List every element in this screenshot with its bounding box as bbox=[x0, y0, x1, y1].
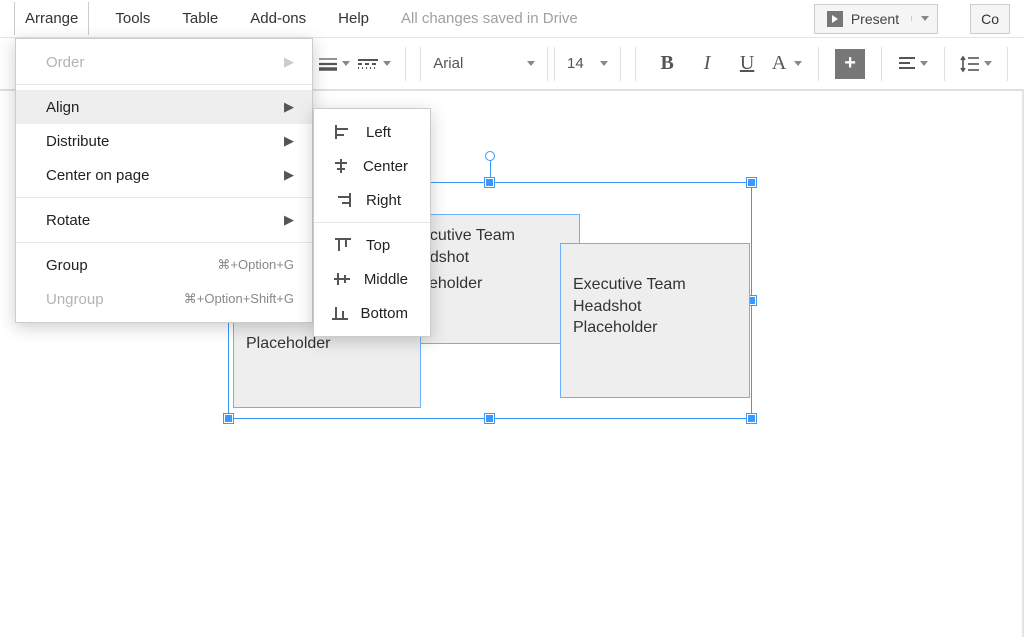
comments-button[interactable]: Co bbox=[970, 4, 1010, 34]
sel-handle-n[interactable] bbox=[485, 178, 494, 187]
sel-handle-s[interactable] bbox=[485, 414, 494, 423]
present-icon bbox=[827, 11, 843, 27]
menu-rotate[interactable]: Rotate ▶ bbox=[16, 203, 312, 237]
italic-button[interactable]: I bbox=[690, 47, 724, 81]
shape-box-3-line2: Headshot bbox=[573, 296, 737, 318]
present-label: Present bbox=[851, 11, 899, 27]
sel-handle-sw[interactable] bbox=[224, 414, 233, 423]
font-size-select[interactable]: 14 bbox=[554, 47, 621, 81]
font-family-select[interactable]: Arial bbox=[420, 47, 548, 81]
align-bottom-icon bbox=[330, 305, 350, 321]
bold-button[interactable]: B bbox=[650, 47, 684, 81]
menu-order[interactable]: Order ▶ bbox=[16, 45, 312, 79]
chevron-right-icon: ▶ bbox=[284, 167, 294, 183]
menubar: Arrange Tools Table Add-ons Help All cha… bbox=[0, 0, 1024, 38]
align-top[interactable]: Top bbox=[314, 228, 430, 262]
menu-align[interactable]: Align ▶ bbox=[16, 90, 312, 124]
shape-box-3[interactable]: Executive Team Headshot Placeholder bbox=[560, 243, 750, 398]
group-shortcut: ⌘+Option+G bbox=[217, 257, 294, 273]
menu-ungroup[interactable]: Ungroup ⌘+Option+Shift+G bbox=[16, 282, 312, 316]
present-button[interactable]: Present bbox=[814, 4, 938, 34]
present-dropdown[interactable] bbox=[911, 16, 937, 21]
shape-box-3-line3: Placeholder bbox=[573, 317, 737, 339]
rotate-handle[interactable] bbox=[485, 151, 495, 161]
text-color-button[interactable]: A bbox=[770, 47, 804, 81]
align-center[interactable]: Center bbox=[314, 149, 430, 183]
align-left[interactable]: Left bbox=[314, 115, 430, 149]
arrange-menu-panel: Order ▶ Align ▶ Distribute ▶ Center on p… bbox=[15, 38, 313, 323]
chevron-right-icon: ▶ bbox=[284, 212, 294, 228]
underline-button[interactable]: U bbox=[730, 47, 764, 81]
align-left-icon bbox=[330, 124, 356, 140]
menu-arrange[interactable]: Arrange bbox=[14, 2, 89, 35]
menu-group[interactable]: Group ⌘+Option+G bbox=[16, 248, 312, 282]
align-bottom[interactable]: Bottom bbox=[314, 296, 430, 330]
save-status: All changes saved in Drive bbox=[401, 10, 578, 27]
menu-addons[interactable]: Add-ons bbox=[244, 2, 312, 35]
menu-table[interactable]: Table bbox=[176, 2, 224, 35]
font-family-value: Arial bbox=[433, 55, 463, 72]
align-submenu-panel: Left Center Right Top Middle Bottom bbox=[313, 108, 431, 337]
chevron-right-icon: ▶ bbox=[284, 99, 294, 115]
sel-handle-ne[interactable] bbox=[747, 178, 756, 187]
align-middle[interactable]: Middle bbox=[314, 262, 430, 296]
insert-comment-button[interactable]: + bbox=[833, 47, 867, 81]
menu-tools[interactable]: Tools bbox=[109, 2, 156, 35]
shape-box-3-line1: Executive Team bbox=[573, 274, 737, 296]
line-dash-button[interactable] bbox=[357, 47, 391, 81]
menu-help[interactable]: Help bbox=[332, 2, 375, 35]
chevron-right-icon: ▶ bbox=[284, 133, 294, 149]
font-size-value: 14 bbox=[567, 55, 584, 72]
align-center-icon bbox=[330, 158, 353, 174]
sel-handle-se[interactable] bbox=[747, 414, 756, 423]
shape-box-2-line2: adshot bbox=[421, 247, 567, 269]
align-top-icon bbox=[330, 237, 356, 253]
shape-box-2-line1: ecutive Team bbox=[421, 225, 567, 247]
align-middle-icon bbox=[330, 271, 354, 287]
align-button[interactable] bbox=[896, 47, 930, 81]
line-spacing-button[interactable] bbox=[959, 47, 993, 81]
line-weight-button[interactable] bbox=[317, 47, 351, 81]
menu-distribute[interactable]: Distribute ▶ bbox=[16, 124, 312, 158]
align-right[interactable]: Right bbox=[314, 183, 430, 217]
chevron-right-icon: ▶ bbox=[284, 54, 294, 70]
align-right-icon bbox=[330, 192, 356, 208]
ungroup-shortcut: ⌘+Option+Shift+G bbox=[184, 291, 294, 307]
menu-center-on-page[interactable]: Center on page ▶ bbox=[16, 158, 312, 192]
